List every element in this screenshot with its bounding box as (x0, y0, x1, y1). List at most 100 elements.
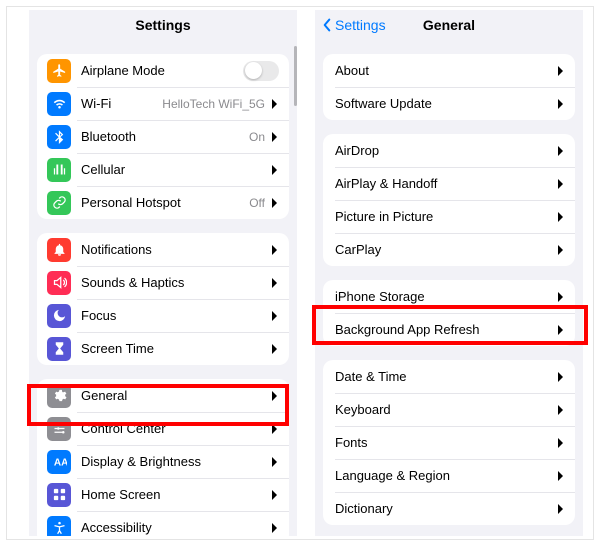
row-airplane[interactable]: Airplane Mode (37, 54, 289, 87)
chevron-right-icon (557, 470, 565, 482)
row-label: Keyboard (335, 402, 557, 417)
header: Settings General (315, 10, 583, 40)
row-screentime[interactable]: Screen Time (37, 332, 289, 365)
chevron-right-icon (271, 390, 279, 402)
back-button[interactable]: Settings (321, 17, 386, 33)
accessibility-icon (47, 516, 71, 537)
row-label: Bluetooth (81, 129, 249, 144)
gear-icon (47, 384, 71, 408)
control-center-icon (47, 417, 71, 441)
row-value: Off (249, 196, 265, 210)
chevron-right-icon (271, 423, 279, 435)
chevron-right-icon (271, 522, 279, 534)
airplane-toggle[interactable] (243, 61, 279, 81)
row-home-screen[interactable]: Home Screen (37, 478, 289, 511)
row-fonts[interactable]: Fonts (323, 426, 575, 459)
header: Settings (29, 10, 297, 40)
sounds-icon (47, 271, 71, 295)
back-label: Settings (335, 17, 386, 33)
chevron-right-icon (271, 131, 279, 143)
hotspot-icon (47, 191, 71, 215)
chevron-right-icon (557, 404, 565, 416)
chevron-right-icon (271, 98, 279, 110)
chevron-right-icon (557, 371, 565, 383)
row-label: AirDrop (335, 143, 557, 158)
row-label: Screen Time (81, 341, 271, 356)
group-notifications: Notifications Sounds & Haptics Focus Scr… (37, 233, 289, 365)
bluetooth-icon (47, 125, 71, 149)
row-label: Sounds & Haptics (81, 275, 271, 290)
row-carplay[interactable]: CarPlay (323, 233, 575, 266)
group-storage: iPhone Storage Background App Refresh (323, 280, 575, 346)
header-title: General (423, 17, 475, 33)
header-title: Settings (135, 17, 190, 33)
scrollbar[interactable] (294, 46, 297, 106)
row-value: On (249, 130, 265, 144)
group-datetime: Date & Time Keyboard Fonts Language & Re… (323, 360, 575, 525)
row-airdrop[interactable]: AirDrop (323, 134, 575, 167)
row-bluetooth[interactable]: Bluetooth On (37, 120, 289, 153)
row-label: Personal Hotspot (81, 195, 249, 210)
row-label: Software Update (335, 96, 557, 111)
display-icon (47, 450, 71, 474)
row-date-time[interactable]: Date & Time (323, 360, 575, 393)
row-software-update[interactable]: Software Update (323, 87, 575, 120)
row-hotspot[interactable]: Personal Hotspot Off (37, 186, 289, 219)
chevron-right-icon (557, 65, 565, 77)
row-label: Home Screen (81, 487, 271, 502)
chevron-right-icon (557, 291, 565, 303)
focus-icon (47, 304, 71, 328)
chevron-right-icon (557, 324, 565, 336)
row-value: HelloTech WiFi_5G (162, 97, 265, 111)
row-keyboard[interactable]: Keyboard (323, 393, 575, 426)
row-display[interactable]: Display & Brightness (37, 445, 289, 478)
row-label: iPhone Storage (335, 289, 557, 304)
bell-icon (47, 238, 71, 262)
row-label: Dictionary (335, 501, 557, 516)
row-sounds[interactable]: Sounds & Haptics (37, 266, 289, 299)
row-dictionary[interactable]: Dictionary (323, 492, 575, 525)
chevron-right-icon (271, 244, 279, 256)
group-about: About Software Update (323, 54, 575, 120)
row-label: Accessibility (81, 520, 271, 535)
row-background-refresh[interactable]: Background App Refresh (323, 313, 575, 346)
screentime-icon (47, 337, 71, 361)
general-screen: Settings General About Software Update A… (315, 10, 583, 536)
chevron-right-icon (557, 145, 565, 157)
chevron-right-icon (271, 197, 279, 209)
row-pip[interactable]: Picture in Picture (323, 200, 575, 233)
row-focus[interactable]: Focus (37, 299, 289, 332)
row-control-center[interactable]: Control Center (37, 412, 289, 445)
chevron-right-icon (271, 456, 279, 468)
row-iphone-storage[interactable]: iPhone Storage (323, 280, 575, 313)
chevron-right-icon (271, 489, 279, 501)
row-notifications[interactable]: Notifications (37, 233, 289, 266)
row-about[interactable]: About (323, 54, 575, 87)
row-airplay[interactable]: AirPlay & Handoff (323, 167, 575, 200)
row-label: Date & Time (335, 369, 557, 384)
group-connectivity: Airplane Mode Wi-Fi HelloTech WiFi_5G Bl… (37, 54, 289, 219)
cellular-icon (47, 158, 71, 182)
row-accessibility[interactable]: Accessibility (37, 511, 289, 536)
row-label: AirPlay & Handoff (335, 176, 557, 191)
home-screen-icon (47, 483, 71, 507)
group-general: General Control Center Display & Brightn… (37, 379, 289, 536)
chevron-left-icon (321, 18, 333, 32)
chevron-right-icon (557, 244, 565, 256)
row-label: About (335, 63, 557, 78)
row-label: General (81, 388, 271, 403)
chevron-right-icon (271, 164, 279, 176)
row-cellular[interactable]: Cellular (37, 153, 289, 186)
row-wifi[interactable]: Wi-Fi HelloTech WiFi_5G (37, 87, 289, 120)
row-label: CarPlay (335, 242, 557, 257)
chevron-right-icon (557, 98, 565, 110)
row-label: Display & Brightness (81, 454, 271, 469)
row-label: Background App Refresh (335, 322, 557, 337)
chevron-right-icon (271, 277, 279, 289)
row-language[interactable]: Language & Region (323, 459, 575, 492)
wifi-icon (47, 92, 71, 116)
row-general[interactable]: General (37, 379, 289, 412)
chevron-right-icon (557, 178, 565, 190)
chevron-right-icon (271, 310, 279, 322)
chevron-right-icon (557, 503, 565, 515)
